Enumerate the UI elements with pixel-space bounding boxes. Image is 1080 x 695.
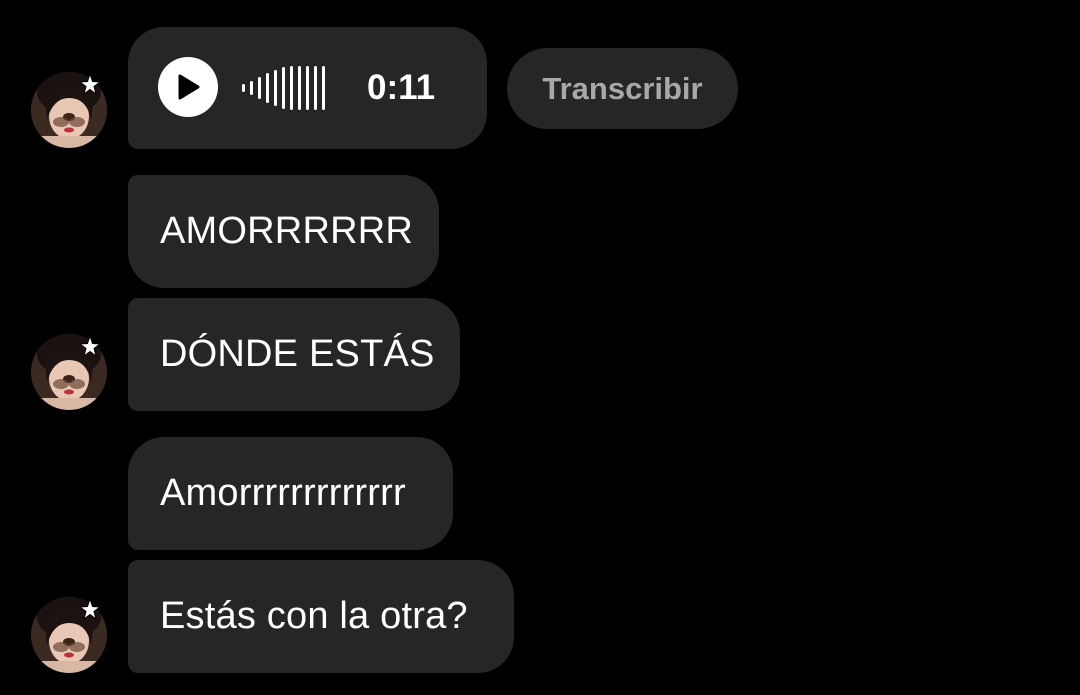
message-bubble[interactable]: Estás con la otra? [128,560,514,673]
sparkle-star-icon [79,598,101,620]
play-icon [178,74,200,100]
message-text: Amorrrrrrrrrrrrr [160,472,406,514]
transcribe-button[interactable]: Transcribir [507,48,738,129]
play-button[interactable] [158,57,218,117]
message-text: DÓNDE ESTÁS [160,333,435,375]
message-bubble[interactable]: Amorrrrrrrrrrrrr [128,437,453,550]
voice-duration: 0:11 [367,68,436,107]
voice-message-bubble[interactable]: 0:11 [128,27,487,149]
waveform-icon [242,65,325,111]
message-bubble[interactable]: AMORRRRRR [128,175,439,288]
message-text: Estás con la otra? [160,595,468,637]
message-bubble[interactable]: DÓNDE ESTÁS [128,298,460,411]
sparkle-star-icon [79,73,101,95]
message-text: AMORRRRRR [160,210,414,252]
sparkle-star-icon [79,335,101,357]
chat-thread: 0:11 Transcribir AMORRRRRR DÓNDE ESTÁS A… [0,0,1080,695]
